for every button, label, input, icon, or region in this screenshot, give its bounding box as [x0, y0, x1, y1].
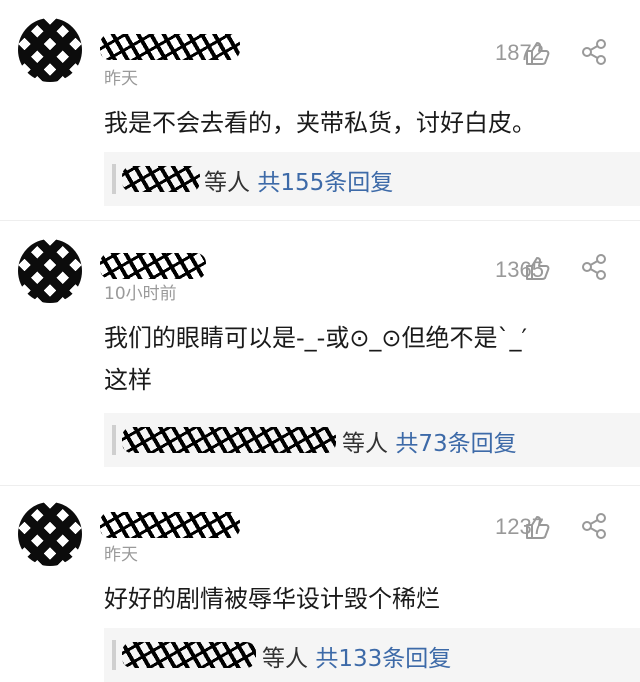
reply-summary: 等人 共73条回复 — [342, 424, 517, 458]
comment-text: 好好的剧情被辱华设计毁个稀烂 — [104, 578, 620, 620]
share-icon[interactable] — [580, 512, 608, 540]
reply-divider-bar — [112, 164, 116, 194]
comment-text-line: 好好的剧情被辱华设计毁个稀烂 — [104, 585, 440, 613]
avatar[interactable] — [18, 239, 82, 303]
reply-divider-bar — [112, 425, 116, 455]
comment-item: 昨天 1237 好好的剧情被辱华设计毁个稀烂 等人 共133条回复 — [0, 486, 640, 682]
avatar[interactable] — [18, 18, 82, 82]
comment-item: 10小时前 1365 我们的眼睛可以是-_-或⊙_⊙但绝不是`_′ 这样 等人 … — [0, 221, 640, 491]
reply-summary: 等人 共155条回复 — [204, 163, 393, 197]
reply-usernames-redacted — [122, 166, 200, 192]
reply-usernames-redacted — [122, 427, 336, 453]
comment-time: 昨天 — [104, 545, 138, 565]
avatar[interactable] — [18, 502, 82, 566]
comment-time: 10小时前 — [104, 284, 177, 304]
reply-count-link[interactable]: 共155条回复 — [257, 170, 393, 196]
reply-suffix: 等人 — [204, 170, 250, 196]
reply-summary: 等人 共133条回复 — [262, 639, 451, 673]
thumbs-up-icon[interactable] — [524, 40, 550, 66]
comment-text-line: 我们的眼睛可以是-_-或⊙_⊙但绝不是`_′ — [104, 324, 527, 352]
username-redacted[interactable] — [100, 512, 240, 538]
thumbs-up-icon[interactable] — [524, 514, 550, 540]
username-redacted[interactable] — [100, 34, 240, 60]
reply-preview[interactable]: 等人 共133条回复 — [104, 628, 640, 682]
comment-text-line: 这样 — [104, 366, 152, 394]
reply-suffix: 等人 — [342, 431, 388, 457]
reply-divider-bar — [112, 640, 116, 670]
comment-text: 我们的眼睛可以是-_-或⊙_⊙但绝不是`_′ 这样 — [104, 317, 620, 401]
thumbs-up-icon[interactable] — [524, 255, 550, 281]
comment-text-line: 我是不会去看的，夹带私货，讨好白皮。 — [104, 109, 536, 137]
reply-usernames-redacted — [122, 642, 256, 668]
reply-preview[interactable]: 等人 共155条回复 — [104, 152, 640, 206]
username-redacted[interactable] — [100, 253, 206, 279]
comment-item: 昨天 1872 我是不会去看的，夹带私货，讨好白皮。 等人 共155条回复 — [0, 0, 640, 220]
reply-suffix: 等人 — [262, 646, 308, 672]
share-icon[interactable] — [580, 38, 608, 66]
reply-preview[interactable]: 等人 共73条回复 — [104, 413, 640, 467]
share-icon[interactable] — [580, 253, 608, 281]
comment-time: 昨天 — [104, 69, 138, 89]
reply-count-link[interactable]: 共133条回复 — [315, 646, 451, 672]
reply-count-link[interactable]: 共73条回复 — [395, 431, 516, 457]
comment-text: 我是不会去看的，夹带私货，讨好白皮。 — [104, 102, 620, 144]
